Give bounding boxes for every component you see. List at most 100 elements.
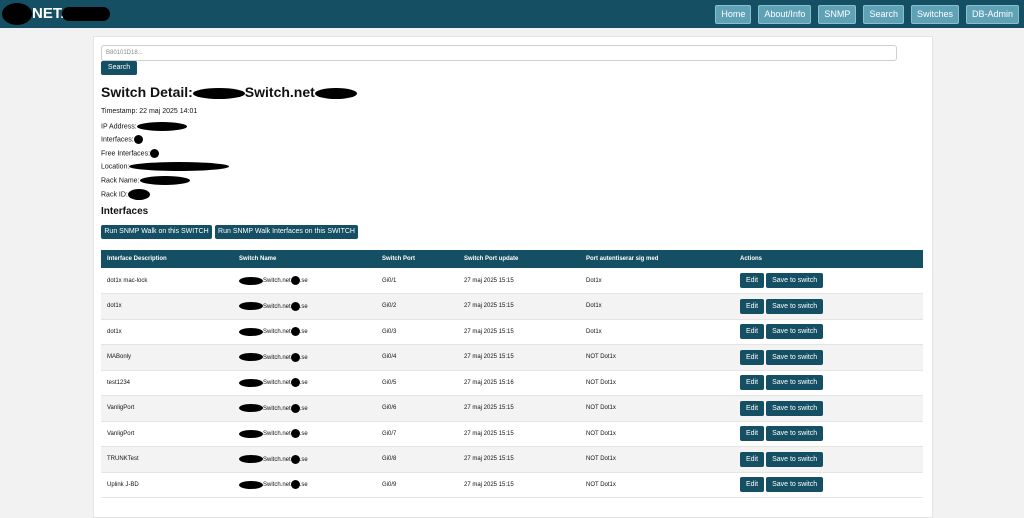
search-button[interactable]: Search <box>101 61 137 75</box>
cell-actions: Edit Save to switch <box>734 472 923 498</box>
cell-switch-port-update: 27 maj 2025 15:15 <box>464 456 514 463</box>
timestamp-text: Timestamp: 22 maj 2025 14:01 <box>101 108 198 115</box>
cell-port-auth: NOT Dot1x <box>586 405 616 412</box>
save-to-switch-button[interactable]: Save to switch <box>766 324 824 340</box>
nav-db-admin-button[interactable]: DB-Admin <box>965 5 1019 24</box>
cell-switch-port-update: 27 maj 2025 15:15 <box>464 430 514 437</box>
switch-name-text: Switch.net <box>263 456 291 463</box>
rack-name-label: Rack Name: <box>101 177 140 185</box>
table-row: TRUNKTest Switch.net .se Gi0/8 27 maj 2025 1… <box>101 446 923 473</box>
col-switch-port-update: Switch Port update <box>464 256 519 262</box>
cell-actions: Edit Save to switch <box>734 319 923 345</box>
snmp-walk-button[interactable]: Run SNMP Walk on this SWITCH <box>101 225 212 239</box>
switch-name-domain: .se <box>299 278 308 285</box>
nav-snmp-button[interactable]: SNMP <box>818 5 857 24</box>
switch-name-text: Switch.net <box>263 380 291 387</box>
table-row: dot1x Switch.net .se Gi0/3 27 maj 2025 15:15… <box>101 319 923 345</box>
nav-search-button[interactable]: Search <box>863 5 904 24</box>
brand-title[interactable]: NET. <box>32 5 65 22</box>
save-to-switch-button[interactable]: Save to switch <box>766 375 824 391</box>
table-row: MABonly Switch.net .se Gi0/4 27 maj 2025 15:… <box>101 344 923 371</box>
edit-button[interactable]: Edit <box>740 298 765 314</box>
cell-switch-name: Switch.net .se <box>233 319 376 345</box>
cell-port-auth: NOT Dot1x <box>586 481 616 488</box>
ip-address-field: IP Address: <box>101 122 187 131</box>
table-row: test1234 Switch.net .se Gi0/5 27 maj 2025 15… <box>101 370 923 396</box>
nav-home-button[interactable]: Home <box>715 5 752 24</box>
cell-port-auth: NOT Dot1x <box>586 354 616 361</box>
cell-interface-description: dot1x mac-lock <box>107 277 148 284</box>
cell-interface-description: dot1x <box>107 328 122 335</box>
redacted-mark <box>239 327 263 336</box>
redacted-mark <box>192 87 245 99</box>
nav-switches-button[interactable]: Switches <box>910 5 959 24</box>
cell-switch-port-update: 27 maj 2025 15:15 <box>464 405 514 412</box>
cell-switch-port: Gi0/1 <box>382 277 397 284</box>
redacted-mark <box>239 378 263 387</box>
cell-interface-description: dot1x <box>107 303 122 310</box>
table-row: dot1x Switch.net .se Gi0/2 27 maj 2025 15:15… <box>101 293 923 319</box>
edit-button[interactable]: Edit <box>740 273 765 288</box>
edit-button[interactable]: Edit <box>740 400 765 416</box>
save-to-switch-button[interactable]: Save to switch <box>766 477 824 493</box>
cell-actions: Edit Save to switch <box>734 268 923 294</box>
col-interface-description: Interface Description <box>107 256 167 262</box>
title-suffix: Switch.net <box>244 84 315 100</box>
switch-name-text: Switch.net <box>263 329 291 336</box>
main-panel: B80101D18... Search Switch Detail: Switch… <box>93 36 933 518</box>
cell-switch-port: Gi0/7 <box>382 430 397 437</box>
cell-switch-port-update: 27 maj 2025 15:15 <box>464 354 514 361</box>
cell-switch-port-update: 27 maj 2025 15:16 <box>464 379 514 386</box>
edit-button[interactable]: Edit <box>740 477 765 493</box>
search-input[interactable]: B80101D18... <box>101 45 897 61</box>
cell-switch-port-update: 27 maj 2025 15:15 <box>464 303 514 310</box>
cell-port-auth: NOT Dot1x <box>586 456 616 463</box>
cell-port-auth: NOT Dot1x <box>586 430 616 437</box>
rack-id-field: Rack ID: <box>101 189 150 200</box>
edit-button[interactable]: Edit <box>740 451 765 467</box>
cell-switch-port: Gi0/4 <box>382 354 397 361</box>
cell-interface-description: VanligPort <box>107 405 135 412</box>
cell-interface-description: test1234 <box>107 379 131 386</box>
cell-interface-description: TRUNKTest <box>107 456 139 463</box>
cell-port-auth: NOT Dot1x <box>586 379 616 386</box>
rack-id-label: Rack ID: <box>101 191 128 199</box>
cell-switch-port: Gi0/6 <box>382 405 397 412</box>
interfaces-heading: Interfaces <box>101 206 149 217</box>
cell-interface-description: Uplink J-BD <box>107 481 139 488</box>
col-switch-name: Switch Name <box>239 256 277 262</box>
cell-actions: Edit Save to switch <box>734 396 923 422</box>
save-to-switch-button[interactable]: Save to switch <box>766 451 824 467</box>
cell-switch-port: Gi0/8 <box>382 456 397 463</box>
switch-name-text: Switch.net <box>263 405 291 412</box>
cell-switch-name: Switch.net .se <box>233 447 376 473</box>
cell-actions: Edit Save to switch <box>734 345 923 371</box>
switch-name-domain: .se <box>299 303 308 310</box>
cell-actions: Edit Save to switch <box>734 421 923 447</box>
save-to-switch-button[interactable]: Save to switch <box>766 426 824 442</box>
save-to-switch-button[interactable]: Save to switch <box>766 400 824 416</box>
cell-actions: Edit Save to switch <box>734 370 923 396</box>
location-field: Location: <box>101 162 230 171</box>
switch-name-text: Switch.net <box>263 303 291 310</box>
cell-switch-name: Switch.net .se <box>233 345 376 371</box>
redacted-mark <box>290 403 300 413</box>
top-navbar: NET. Home About/Info SNMP Search Switche… <box>0 0 1024 28</box>
cell-interface-description: VanligPort <box>107 430 135 437</box>
snmp-walk-interfaces-button[interactable]: Run SNMP Walk Interfaces on this SWITCH <box>215 225 358 239</box>
save-to-switch-button[interactable]: Save to switch <box>766 273 824 288</box>
save-to-switch-button[interactable]: Save to switch <box>766 349 824 365</box>
redacted-mark <box>239 302 263 311</box>
location-label: Location: <box>101 163 130 171</box>
cell-switch-name: Switch.net .se <box>233 421 376 447</box>
edit-button[interactable]: Edit <box>740 426 765 442</box>
edit-button[interactable]: Edit <box>740 349 765 365</box>
switch-name-domain: .se <box>299 431 308 438</box>
col-port-auth: Port autentiserar sig med <box>586 256 659 262</box>
edit-button[interactable]: Edit <box>740 324 765 340</box>
nav-about-button[interactable]: About/Info <box>758 5 812 24</box>
interfaces-field: Interfaces: <box>101 135 143 144</box>
cell-switch-port: Gi0/3 <box>382 328 397 335</box>
save-to-switch-button[interactable]: Save to switch <box>766 298 824 314</box>
edit-button[interactable]: Edit <box>740 375 765 391</box>
